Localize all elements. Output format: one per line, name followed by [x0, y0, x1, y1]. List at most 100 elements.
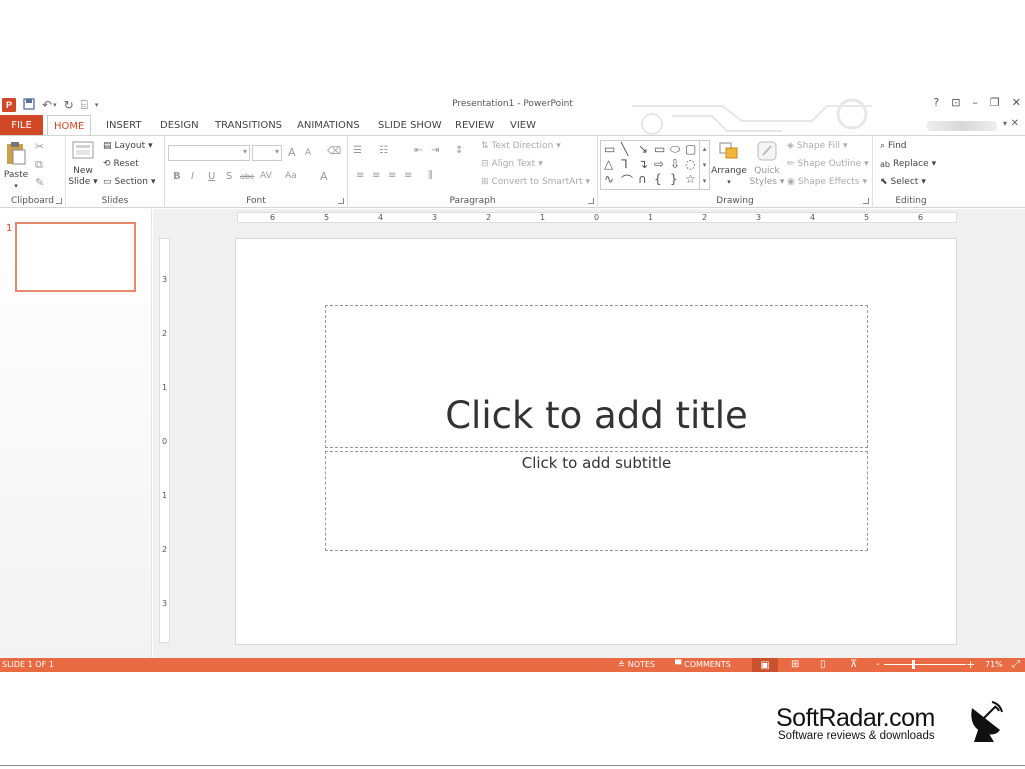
justify-icon[interactable]: ≡ [404, 170, 412, 181]
comments-button[interactable]: ▀ COMMENTS [675, 660, 731, 669]
text-direction-button[interactable]: ⇅ Text Direction ▾ [481, 141, 561, 151]
tab-design[interactable]: DESIGN [154, 115, 205, 135]
font-launcher-icon[interactable] [338, 198, 344, 204]
arc-shape-icon[interactable]: ⌒ [621, 172, 633, 189]
convert-smartart-button[interactable]: ⊞ Convert to SmartArt ▾ [481, 177, 590, 187]
paste-button[interactable]: Paste ▾ [3, 140, 29, 192]
account-dropdown-icon[interactable]: ▾ [1003, 119, 1007, 128]
bold-button[interactable]: B [173, 171, 181, 182]
callout-shape-icon[interactable]: ◌ [685, 157, 695, 171]
slide-sorter-icon: ⊞ [791, 659, 800, 670]
restore-icon[interactable]: ❐ [990, 96, 1000, 109]
triangle-shape-icon[interactable]: △ [604, 157, 613, 171]
shapes-gallery[interactable]: ▭ ╲ ↘ ▭ ⬭ ▢ △ ⅂ ↴ ⇨ ⇩ ◌ ∿ ⌒ ∩ { } ☆ ▴ ▾ ▾ [600, 140, 710, 190]
arrow-line-shape-icon[interactable]: ↘ [638, 142, 648, 156]
down-arrow-shape-icon[interactable]: ⇩ [670, 157, 680, 171]
strikethrough-button[interactable]: abc [240, 172, 254, 181]
title-placeholder[interactable]: Click to add title [325, 305, 868, 448]
slide-sorter-view-button[interactable]: ⊞ [791, 659, 799, 670]
rectangle-shape-icon[interactable]: ▭ [654, 142, 665, 156]
elbow-arrow-shape-icon[interactable]: ↴ [638, 157, 648, 171]
format-painter-icon[interactable]: ✎ [35, 176, 44, 189]
zoom-out-button[interactable]: - [876, 659, 880, 670]
slide-thumbnail[interactable] [15, 222, 136, 292]
change-case-button[interactable]: Aa [285, 171, 297, 181]
columns-icon[interactable]: ⫼ [428, 170, 433, 181]
align-right-icon[interactable]: ≡ [388, 170, 396, 181]
numbering-icon[interactable]: ☷ [379, 145, 388, 156]
oval-shape-icon[interactable]: ⬭ [670, 142, 680, 157]
arrange-button[interactable]: Arrange ▾ [711, 140, 747, 188]
tab-home[interactable]: HOME [47, 115, 92, 136]
tab-insert[interactable]: INSERT [100, 115, 147, 135]
shape-outline-button[interactable]: ✏ Shape Outline ▾ [787, 159, 869, 169]
underline-button[interactable]: U [208, 171, 215, 182]
textbox-shape-icon[interactable]: ▭ [604, 142, 615, 156]
decrease-indent-icon[interactable]: ⇤ [414, 145, 422, 156]
replace-button[interactable]: ab Replace ▾ [880, 159, 936, 169]
reset-button[interactable]: ⟲ Reset [103, 159, 139, 169]
shape-fill-button[interactable]: ◈ Shape Fill ▾ [787, 141, 848, 151]
paragraph-launcher-icon[interactable] [588, 198, 594, 204]
font-color-button[interactable]: A [320, 170, 328, 183]
increase-indent-icon[interactable]: ⇥ [431, 145, 439, 156]
tab-transitions[interactable]: TRANSITIONS [209, 115, 288, 135]
copy-icon[interactable]: ⧉ [35, 158, 43, 172]
drawing-launcher-icon[interactable] [863, 198, 869, 204]
normal-view-button[interactable]: ▣ [752, 658, 778, 672]
zoom-in-button[interactable]: + [966, 658, 975, 671]
elbow-connector-shape-icon[interactable]: ⅂ [621, 157, 628, 171]
account-name-blurred[interactable] [927, 121, 997, 131]
ribbon-display-options-icon[interactable]: ⊡ [951, 96, 960, 109]
align-text-button[interactable]: ⊟ Align Text ▾ [481, 159, 543, 169]
line-shape-icon[interactable]: ╲ [621, 142, 628, 156]
clear-formatting-icon[interactable]: ⌫ [327, 146, 341, 157]
shape-effects-button[interactable]: ◉ Shape Effects ▾ [787, 177, 867, 187]
find-button[interactable]: ⌕ Find [880, 141, 907, 151]
new-slide-button[interactable]: New Slide ▾ [68, 140, 98, 188]
grow-font-button[interactable]: A [288, 146, 296, 159]
align-left-icon[interactable]: ≡ [356, 170, 364, 181]
freeform-shape-icon[interactable]: ∿ [604, 172, 614, 186]
close-icon[interactable]: ✕ [1012, 96, 1021, 109]
shapes-gallery-scroll[interactable]: ▴ ▾ ▾ [699, 141, 709, 189]
font-name-combo[interactable] [168, 145, 250, 161]
shrink-font-button[interactable]: A [305, 148, 311, 158]
text-shadow-button[interactable]: S [226, 171, 232, 182]
subtitle-placeholder[interactable]: Click to add subtitle [325, 451, 868, 551]
right-brace-shape-icon[interactable]: } [670, 172, 678, 186]
quick-styles-button[interactable]: Quick Styles ▾ [749, 140, 785, 188]
zoom-slider-thumb[interactable] [912, 660, 915, 669]
cut-icon[interactable]: ✂ [35, 140, 44, 153]
tab-slide-show[interactable]: SLIDE SHOW [372, 115, 448, 135]
slide-show-view-button[interactable]: ⊼ [850, 659, 857, 670]
layout-button[interactable]: ▤ Layout ▾ [103, 141, 153, 151]
italic-button[interactable]: I [191, 171, 194, 182]
line-spacing-icon[interactable]: ↕ [455, 145, 463, 156]
rounded-rect-shape-icon[interactable]: ▢ [685, 142, 696, 156]
curve-shape-icon[interactable]: ∩ [638, 172, 647, 186]
minimize-icon[interactable]: – [972, 96, 978, 109]
section-button[interactable]: ▭ Section ▾ [103, 177, 156, 187]
collapse-ribbon-icon[interactable]: ✕ [1011, 118, 1019, 129]
zoom-level[interactable]: 71% [985, 660, 1003, 669]
left-brace-shape-icon[interactable]: { [654, 172, 662, 186]
reading-view-button[interactable]: ▯ [820, 659, 826, 670]
align-center-icon[interactable]: ≡ [372, 170, 380, 181]
right-arrow-shape-icon[interactable]: ⇨ [654, 157, 664, 171]
clipboard-launcher-icon[interactable] [56, 198, 62, 204]
font-size-combo[interactable] [252, 145, 282, 161]
bullets-icon[interactable]: ☰ [353, 145, 362, 156]
tab-animations[interactable]: ANIMATIONS [291, 115, 366, 135]
fit-slide-button[interactable]: ⤢ [1012, 659, 1020, 670]
help-icon[interactable]: ? [933, 96, 939, 109]
select-button[interactable]: ⬉ Select ▾ [880, 177, 926, 187]
star-shape-icon[interactable]: ☆ [685, 172, 696, 186]
tab-view[interactable]: VIEW [504, 115, 542, 135]
tab-file[interactable]: FILE [0, 115, 43, 135]
tab-review[interactable]: REVIEW [449, 115, 500, 135]
notes-button[interactable]: ≙ NOTES [618, 660, 655, 669]
zoom-slider-track[interactable] [884, 664, 966, 665]
font-group: A A ⌫ B I U S abc AV Aa A Font [165, 136, 348, 208]
character-spacing-button[interactable]: AV [260, 171, 272, 181]
